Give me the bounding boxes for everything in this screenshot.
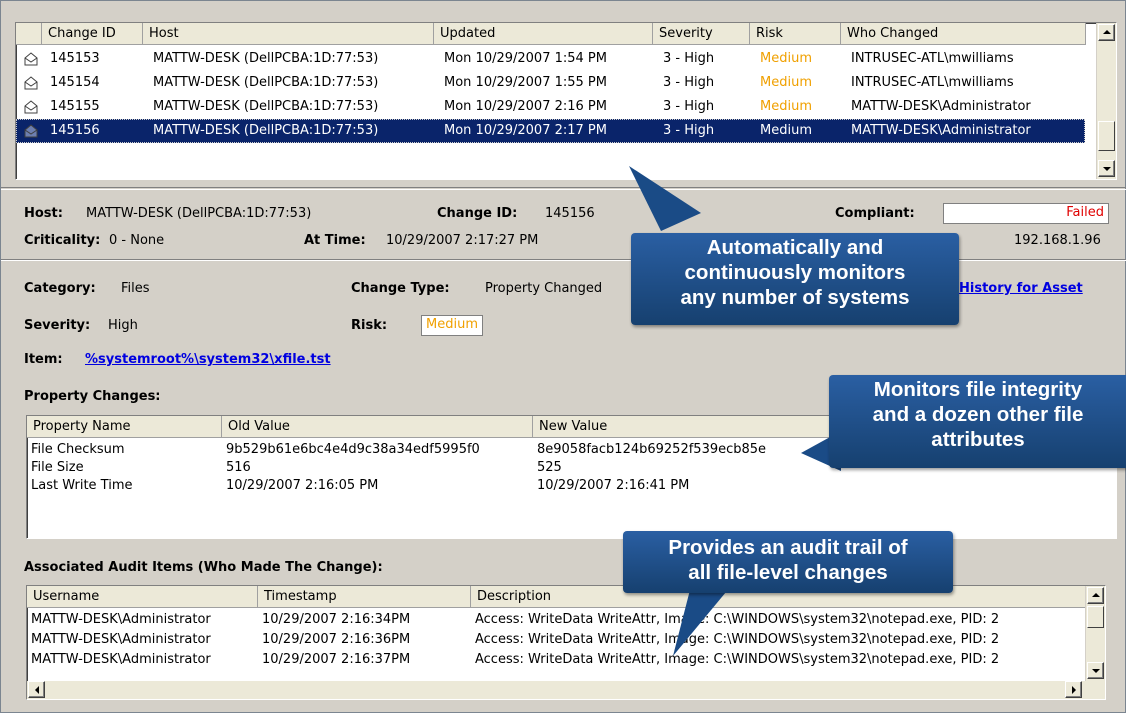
change-detail-window: Change ID Host Updated Severity Risk Who… bbox=[0, 0, 1126, 713]
callout-text: any number of systems bbox=[680, 286, 910, 309]
callout-text: attributes bbox=[931, 428, 1025, 451]
callout-text: Monitors file integrity bbox=[873, 378, 1083, 401]
callout-text: Automatically and bbox=[706, 236, 884, 259]
callout-pointer-systems bbox=[629, 166, 701, 231]
callout-text: continuously monitors bbox=[684, 261, 906, 284]
callout-text: Provides an audit trail of bbox=[668, 536, 908, 559]
callout-monitors-systems: Automatically and continuously monitors … bbox=[631, 233, 959, 325]
callout-file-integrity: Monitors file integrity and a dozen othe… bbox=[829, 375, 1126, 468]
callout-text: and a dozen other file bbox=[872, 403, 1084, 426]
callout-text: all file-level changes bbox=[688, 561, 888, 584]
callout-audit-trail: Provides an audit trail of all file-leve… bbox=[623, 531, 953, 593]
callout-pointer-audit bbox=[673, 586, 731, 656]
callout-pointers bbox=[629, 166, 841, 656]
